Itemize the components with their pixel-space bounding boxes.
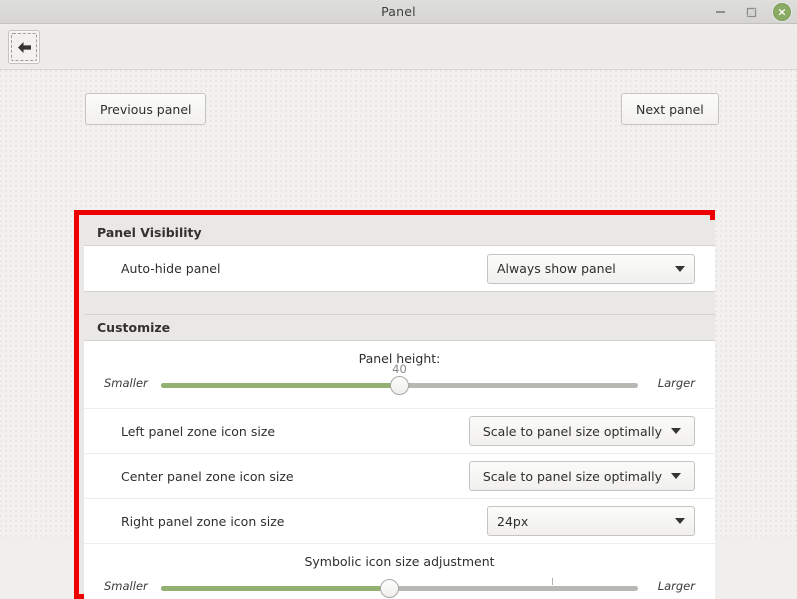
combo-left-panel-zone-icon-size[interactable]: Scale to panel size optimally xyxy=(468,416,695,446)
symbolic-icon-knob[interactable] xyxy=(380,579,400,598)
window-controls: × xyxy=(711,2,791,22)
toolbar xyxy=(0,25,797,70)
label-right-panel-zone-icon-size: Right panel zone icon size xyxy=(121,513,285,529)
combo-right-panel-zone-icon-size[interactable]: 24px xyxy=(487,506,695,536)
close-icon[interactable]: × xyxy=(773,3,791,21)
symbolic-icon-tick-mark xyxy=(552,578,554,585)
combo-value-auto-hide-panel: Always show panel xyxy=(497,261,616,276)
combo-value-left-panel-zone-icon-size: Scale to panel size optimally xyxy=(482,423,662,439)
arrow-left-icon xyxy=(17,41,31,53)
symbolic-icon-track-fill xyxy=(161,586,390,591)
section-header-customize: Customize xyxy=(84,315,715,341)
label-center-panel-zone-icon-size: Center panel zone icon size xyxy=(121,468,294,484)
combo-value-center-panel-zone-icon-size: Scale to panel size optimally xyxy=(482,468,662,484)
combo-center-panel-zone-icon-size[interactable]: Scale to panel size optimally xyxy=(468,461,695,491)
back-button[interactable] xyxy=(8,30,40,64)
combo-auto-hide-panel[interactable]: Always show panel xyxy=(487,253,695,284)
row-auto-hide-panel[interactable]: Auto-hide panel Always show panel xyxy=(84,246,715,291)
content-area: Previous panel Next panel Panel Visibili… xyxy=(0,70,797,599)
highlight-frame: Panel Visibility Auto-hide panel Always … xyxy=(74,210,715,599)
combo-value-right-panel-zone-icon-size: 24px xyxy=(497,513,529,529)
label-left-panel-zone-icon-size: Left panel zone icon size xyxy=(121,423,276,439)
panel-height-min-label: Smaller xyxy=(104,376,148,390)
symbolic-icon-slider[interactable] xyxy=(161,575,638,598)
panel-height-track-fill xyxy=(161,383,400,388)
panel-height-slider[interactable]: 40 xyxy=(161,362,638,395)
previous-panel-button[interactable]: Previous panel xyxy=(85,93,207,125)
next-panel-button[interactable]: Next panel xyxy=(621,93,719,125)
chevron-down-icon xyxy=(675,265,685,272)
chevron-down-icon xyxy=(671,428,681,434)
row-left-panel-zone-icon-size[interactable]: Left panel zone icon size Scale to panel… xyxy=(84,409,715,454)
row-center-panel-zone-icon-size[interactable]: Center panel zone icon size Scale to pan… xyxy=(84,454,715,499)
symbolic-icon-min-label: Smaller xyxy=(104,579,148,593)
label-auto-hide-panel: Auto-hide panel xyxy=(121,261,221,276)
panel-height-value: 40 xyxy=(392,362,407,376)
section-divider xyxy=(84,292,715,315)
window-titlebar: Panel × xyxy=(0,0,797,24)
minimize-icon[interactable] xyxy=(711,3,729,21)
chevron-down-icon xyxy=(671,473,681,479)
section-header-panel-visibility: Panel Visibility xyxy=(84,220,715,246)
close-glyph: × xyxy=(777,5,787,18)
maximize-icon[interactable] xyxy=(742,3,760,21)
label-symbolic-icon-size: Symbolic icon size adjustment xyxy=(304,554,495,569)
symbolic-icon-max-label: Larger xyxy=(657,579,695,593)
section-body-panel-visibility: Auto-hide panel Always show panel xyxy=(84,246,715,292)
panel-height-max-label: Larger xyxy=(657,376,695,390)
panel-height-knob[interactable] xyxy=(390,376,409,395)
chevron-down-icon xyxy=(675,518,685,524)
window-title: Panel xyxy=(381,4,416,19)
row-panel-height[interactable]: Panel height: Smaller 40 Larger xyxy=(84,341,715,409)
settings-list: Panel Visibility Auto-hide panel Always … xyxy=(84,220,715,599)
row-symbolic-icon-size[interactable]: Symbolic icon size adjustment Smaller La… xyxy=(84,544,715,599)
row-right-panel-zone-icon-size[interactable]: Right panel zone icon size 24px xyxy=(84,499,715,544)
